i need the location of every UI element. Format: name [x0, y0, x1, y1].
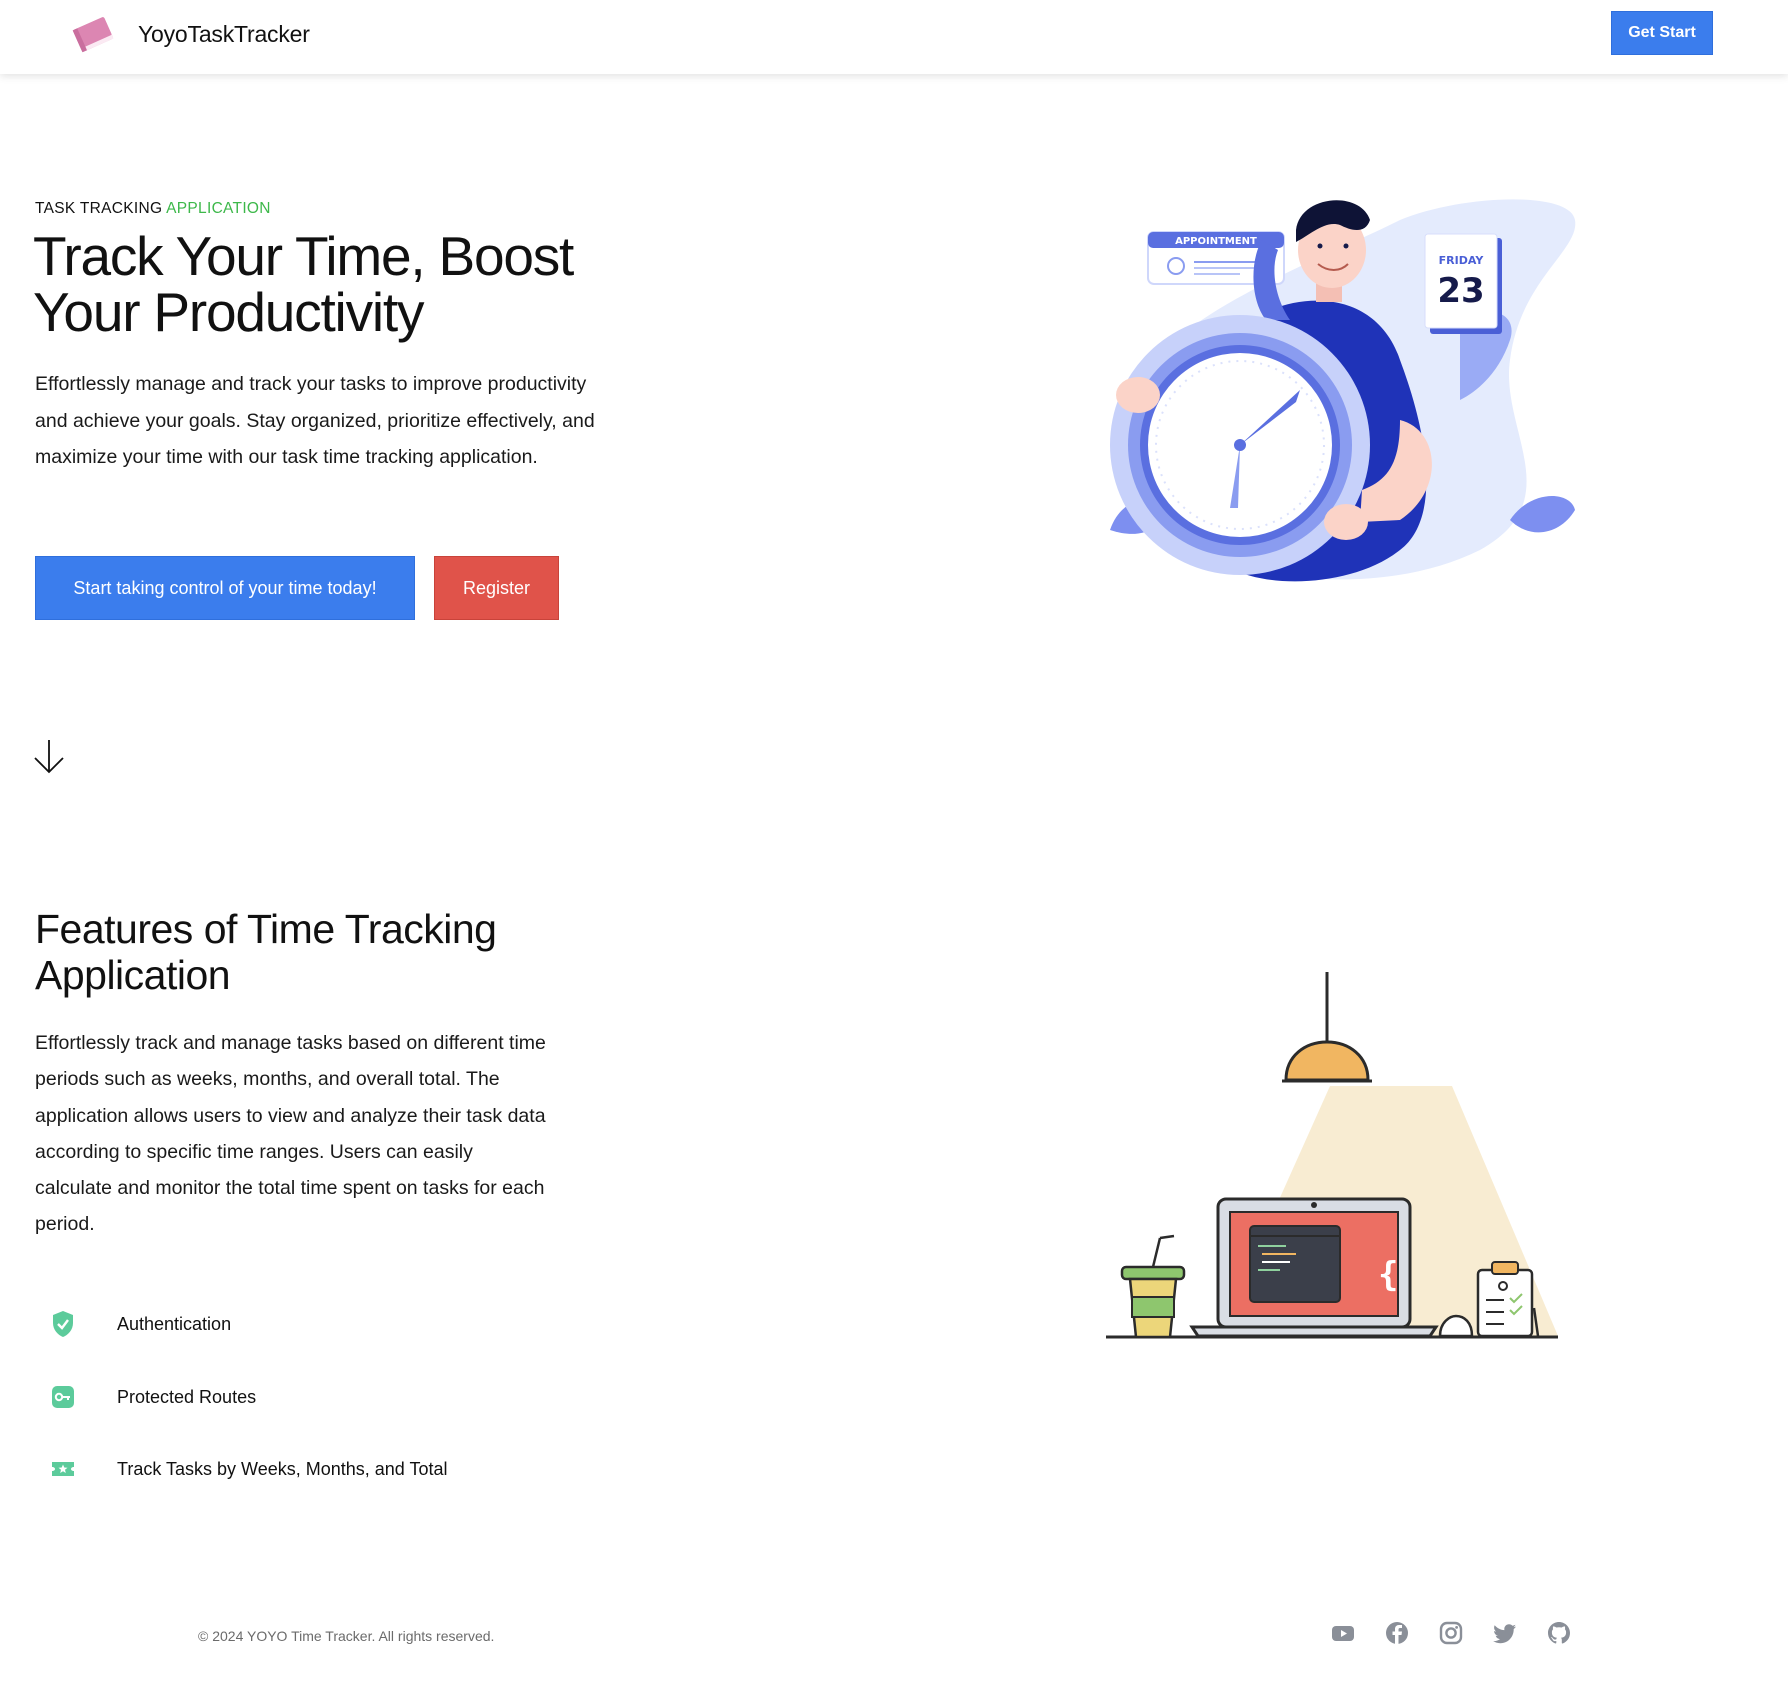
shield-check-icon: [35, 1304, 91, 1344]
social-links: [1330, 1620, 1600, 1646]
github-icon[interactable]: [1546, 1620, 1572, 1646]
twitter-icon[interactable]: [1492, 1620, 1518, 1646]
feature-item-protected-routes: Protected Routes: [35, 1377, 635, 1417]
calendar-date: 23: [1437, 271, 1484, 311]
brand-name: YoyoTaskTracker: [138, 20, 310, 47]
appointment-label: APPOINTMENT: [1175, 236, 1257, 247]
arrow-down-icon[interactable]: [33, 738, 65, 776]
eyebrow-accent: APPLICATION: [166, 200, 271, 217]
start-tracking-button[interactable]: Start taking control of your time today!: [35, 556, 415, 620]
instagram-icon[interactable]: [1438, 1620, 1464, 1646]
footer: © 2024 YOYO Time Tracker. All rights res…: [0, 1610, 1788, 1670]
hero-description: Effortlessly manage and track your tasks…: [35, 373, 595, 468]
youtube-icon[interactable]: [1330, 1620, 1356, 1646]
features-description: Effortlessly track and manage tasks base…: [35, 1032, 546, 1236]
eyebrow-prefix: TASK TRACKING: [35, 200, 163, 217]
facebook-icon[interactable]: [1384, 1620, 1410, 1646]
key-icon: [35, 1377, 91, 1417]
calendar-card: FRIDAY 23: [1424, 233, 1502, 334]
register-button[interactable]: Register: [434, 556, 559, 620]
features-title: Features of Time Tracking Application: [35, 906, 497, 998]
workspace-illustration: {: [1106, 972, 1558, 1339]
copyright-text: © 2024 YOYO Time Tracker. All rights res…: [198, 1628, 495, 1644]
svg-text:{: {: [1378, 1255, 1398, 1295]
time-tracking-illustration: APPOINTMENT FRIDAY 23: [1110, 199, 1576, 582]
get-start-button[interactable]: Get Start: [1611, 11, 1713, 55]
feature-label: Authentication: [117, 1313, 232, 1334]
book-icon: [72, 17, 114, 53]
calendar-day: FRIDAY: [1439, 254, 1485, 267]
brand[interactable]: YoyoTaskTracker: [68, 12, 310, 56]
ticket-star-icon: [35, 1449, 91, 1489]
feature-item-track-tasks: Track Tasks by Weeks, Months, and Total: [35, 1449, 635, 1489]
hero-eyebrow: TASK TRACKING APPLICATION: [35, 200, 271, 218]
hero-title: Track Your Time, Boost Your Productivity: [33, 225, 574, 343]
feature-item-authentication: Authentication: [35, 1304, 635, 1344]
feature-label: Track Tasks by Weeks, Months, and Total: [117, 1458, 448, 1479]
navbar: YoyoTaskTracker Get Start: [0, 0, 1788, 74]
feature-label: Protected Routes: [117, 1386, 257, 1407]
